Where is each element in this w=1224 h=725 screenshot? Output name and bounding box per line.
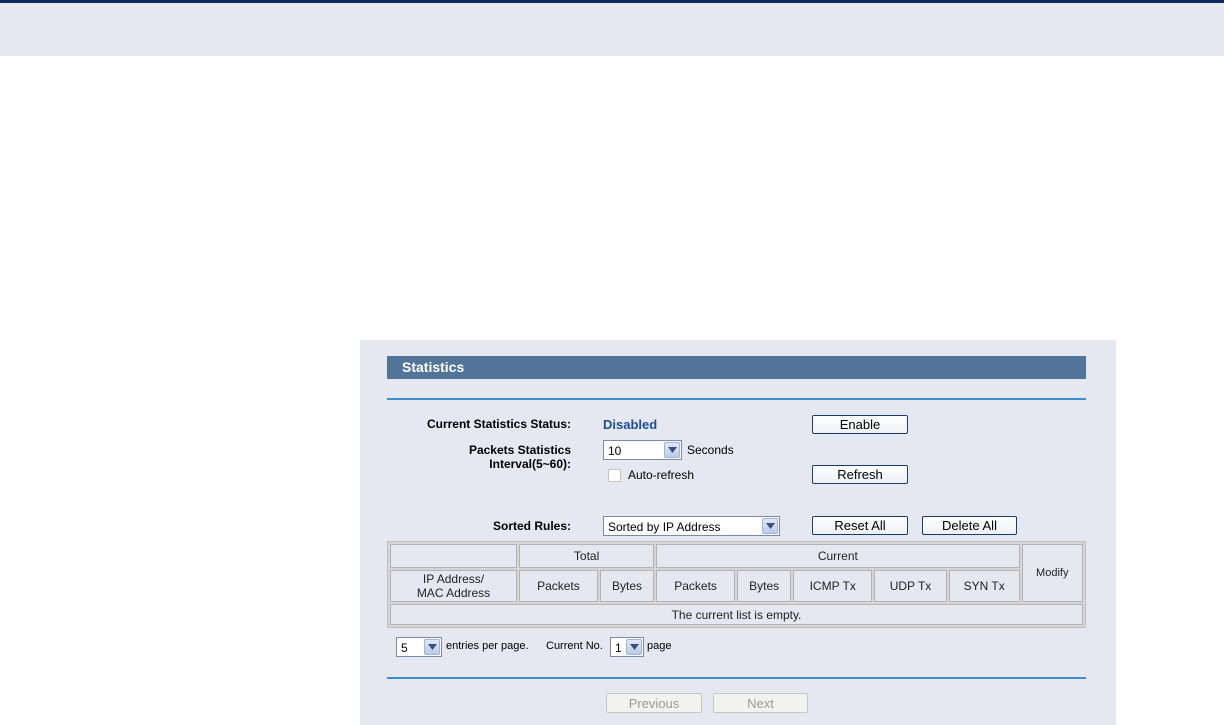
interval-select[interactable]: 10 xyxy=(603,440,682,460)
interval-select-value: 10 xyxy=(608,444,622,458)
header-ip-address: IP Address/ xyxy=(422,572,485,586)
page-select[interactable]: 1 xyxy=(610,637,644,657)
entries-per-page-select[interactable]: 5 xyxy=(396,637,442,657)
panel-title-bar: Statistics xyxy=(387,356,1086,379)
header-icmp-tx: ICMP Tx xyxy=(793,570,873,602)
statistics-table: Total Current Modify IP Address/ MAC Add… xyxy=(387,541,1086,628)
header-udp-tx: UDP Tx xyxy=(874,570,947,602)
empty-list-message: The current list is empty. xyxy=(390,604,1083,625)
header-syn-tx: SYN Tx xyxy=(948,570,1020,602)
reset-all-button[interactable]: Reset All xyxy=(812,516,908,535)
auto-refresh-checkbox[interactable] xyxy=(608,469,621,482)
top-banner xyxy=(0,0,1224,56)
header-total-packets: Packets xyxy=(519,570,598,602)
status-value: Disabled xyxy=(603,417,658,432)
status-label: Current Statistics Status: xyxy=(426,417,571,431)
interval-label: Packets Statistics Interval(5~60): xyxy=(468,443,571,471)
entries-per-page-label: entries per page. xyxy=(446,640,529,652)
auto-refresh-label: Auto-refresh xyxy=(628,468,695,482)
header-total-bytes: Bytes xyxy=(599,570,655,602)
refresh-button[interactable]: Refresh xyxy=(812,465,908,484)
chevron-down-icon xyxy=(626,639,642,655)
previous-button[interactable]: Previous xyxy=(606,693,702,713)
next-button[interactable]: Next xyxy=(713,693,808,713)
statistics-panel: Statistics Current Statistics Status: Di… xyxy=(360,340,1116,725)
panel-title: Statistics xyxy=(402,359,465,375)
header-ip-mac: IP Address/ MAC Address xyxy=(390,570,517,602)
chevron-down-icon xyxy=(664,442,680,458)
header-current: Current xyxy=(656,544,1020,568)
entries-select-value: 5 xyxy=(401,641,408,655)
chevron-down-icon xyxy=(762,518,778,534)
header-total: Total xyxy=(519,544,655,568)
sort-select-value: Sorted by IP Address xyxy=(608,520,721,534)
header-blank-cell xyxy=(390,544,517,568)
enable-button[interactable]: Enable xyxy=(812,415,908,434)
sort-label: Sorted Rules: xyxy=(492,519,571,533)
divider-bottom xyxy=(387,677,1086,679)
current-no-label: Current No. xyxy=(546,640,603,652)
chevron-down-icon xyxy=(424,639,440,655)
page-select-value: 1 xyxy=(615,641,622,655)
header-modify: Modify xyxy=(1021,544,1083,602)
interval-unit: Seconds xyxy=(687,443,734,457)
page-label: page xyxy=(647,640,672,652)
divider-top xyxy=(387,398,1086,400)
sort-select[interactable]: Sorted by IP Address xyxy=(603,516,780,536)
header-mac-address: MAC Address xyxy=(416,586,491,600)
header-current-packets: Packets xyxy=(656,570,735,602)
header-current-bytes: Bytes xyxy=(737,570,792,602)
delete-all-button[interactable]: Delete All xyxy=(922,516,1017,535)
